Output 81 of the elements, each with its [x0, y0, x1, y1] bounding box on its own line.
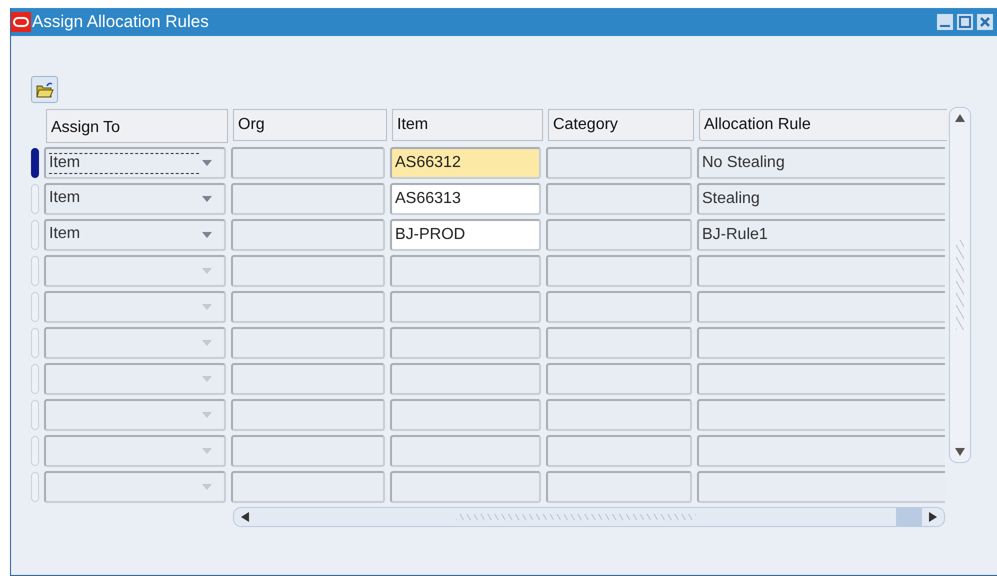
- table-cell[interactable]: [697, 399, 945, 431]
- table-cell[interactable]: [231, 435, 385, 467]
- table-cell[interactable]: [231, 327, 385, 359]
- window-title: Assign Allocation Rules: [32, 12, 209, 32]
- dropdown-field[interactable]: [44, 327, 226, 359]
- table-cell[interactable]: [231, 219, 385, 251]
- table-cell[interactable]: [697, 327, 945, 359]
- table-cell[interactable]: [546, 219, 692, 251]
- caret-icon: [202, 160, 212, 166]
- dropdown-field[interactable]: [44, 399, 226, 431]
- column-header: Assign To: [46, 109, 228, 143]
- horizontal-scrollbar[interactable]: [233, 507, 945, 527]
- input-field[interactable]: [390, 327, 541, 359]
- column-header: Category: [548, 109, 694, 141]
- caret-icon: [202, 268, 212, 274]
- table-cell[interactable]: [231, 399, 385, 431]
- caret-icon: [202, 376, 212, 382]
- caret-icon: [202, 196, 212, 202]
- input-field[interactable]: BJ-PROD: [390, 219, 541, 251]
- input-field[interactable]: [390, 363, 541, 395]
- table-cell[interactable]: [546, 183, 692, 215]
- table-cell[interactable]: [546, 363, 692, 395]
- table-cell[interactable]: [697, 291, 945, 323]
- table-cell[interactable]: [231, 183, 385, 215]
- table-cell[interactable]: [546, 147, 692, 179]
- scroll-left-icon[interactable]: [241, 512, 249, 522]
- caret-icon: [202, 340, 212, 346]
- input-field[interactable]: [390, 255, 541, 287]
- table-cell[interactable]: [697, 471, 945, 503]
- table-cell[interactable]: [697, 435, 945, 467]
- table-cell[interactable]: [546, 255, 692, 287]
- folder-icon: [36, 82, 54, 98]
- table-cell[interactable]: [697, 255, 945, 287]
- dropdown-field[interactable]: [44, 255, 226, 287]
- column-header: Allocation Rule: [699, 109, 947, 141]
- table-cell[interactable]: [546, 399, 692, 431]
- input-field[interactable]: [390, 435, 541, 467]
- vertical-scrollbar[interactable]: [949, 107, 971, 463]
- input-field[interactable]: AS66312: [390, 147, 541, 179]
- table-cell[interactable]: [231, 471, 385, 503]
- caret-icon: [202, 448, 212, 454]
- dropdown-field[interactable]: Item: [44, 147, 226, 179]
- close-icon[interactable]: [977, 14, 993, 30]
- minimize-icon[interactable]: [937, 14, 953, 30]
- column-header: Item: [392, 109, 543, 141]
- input-field[interactable]: [390, 291, 541, 323]
- input-field[interactable]: [390, 399, 541, 431]
- table-cell[interactable]: [546, 435, 692, 467]
- dropdown-field[interactable]: Item: [44, 219, 226, 251]
- input-field[interactable]: AS66313: [390, 183, 541, 215]
- table-cell[interactable]: Stealing: [697, 183, 945, 215]
- table-cell[interactable]: [546, 327, 692, 359]
- table-cell[interactable]: [231, 255, 385, 287]
- caret-icon: [202, 484, 212, 490]
- caret-icon: [202, 412, 212, 418]
- dropdown-field[interactable]: [44, 291, 226, 323]
- dropdown-field[interactable]: [44, 435, 226, 467]
- scroll-thumb[interactable]: [896, 508, 922, 526]
- table-cell[interactable]: [697, 363, 945, 395]
- dropdown-field[interactable]: [44, 363, 226, 395]
- table-cell[interactable]: [546, 471, 692, 503]
- scroll-right-icon[interactable]: [929, 512, 937, 522]
- table-cell[interactable]: [231, 363, 385, 395]
- caret-icon: [202, 232, 212, 238]
- scroll-grip[interactable]: [956, 240, 964, 330]
- dropdown-field[interactable]: [44, 471, 226, 503]
- table-cell[interactable]: BJ-Rule1: [697, 219, 945, 251]
- row-indicator[interactable]: [31, 148, 39, 178]
- app-logo-icon: [11, 12, 31, 32]
- table-cell[interactable]: [546, 291, 692, 323]
- table-cell[interactable]: No Stealing: [697, 147, 945, 179]
- table-cell[interactable]: [231, 147, 385, 179]
- scroll-down-icon[interactable]: [955, 448, 965, 456]
- column-header: Org: [233, 109, 387, 141]
- open-folder-button[interactable]: [31, 76, 58, 103]
- maximize-icon[interactable]: [957, 14, 973, 30]
- input-field[interactable]: [390, 471, 541, 503]
- scroll-up-icon[interactable]: [955, 114, 965, 122]
- dropdown-field[interactable]: Item: [44, 183, 226, 215]
- caret-icon: [202, 304, 212, 310]
- table-cell[interactable]: [231, 291, 385, 323]
